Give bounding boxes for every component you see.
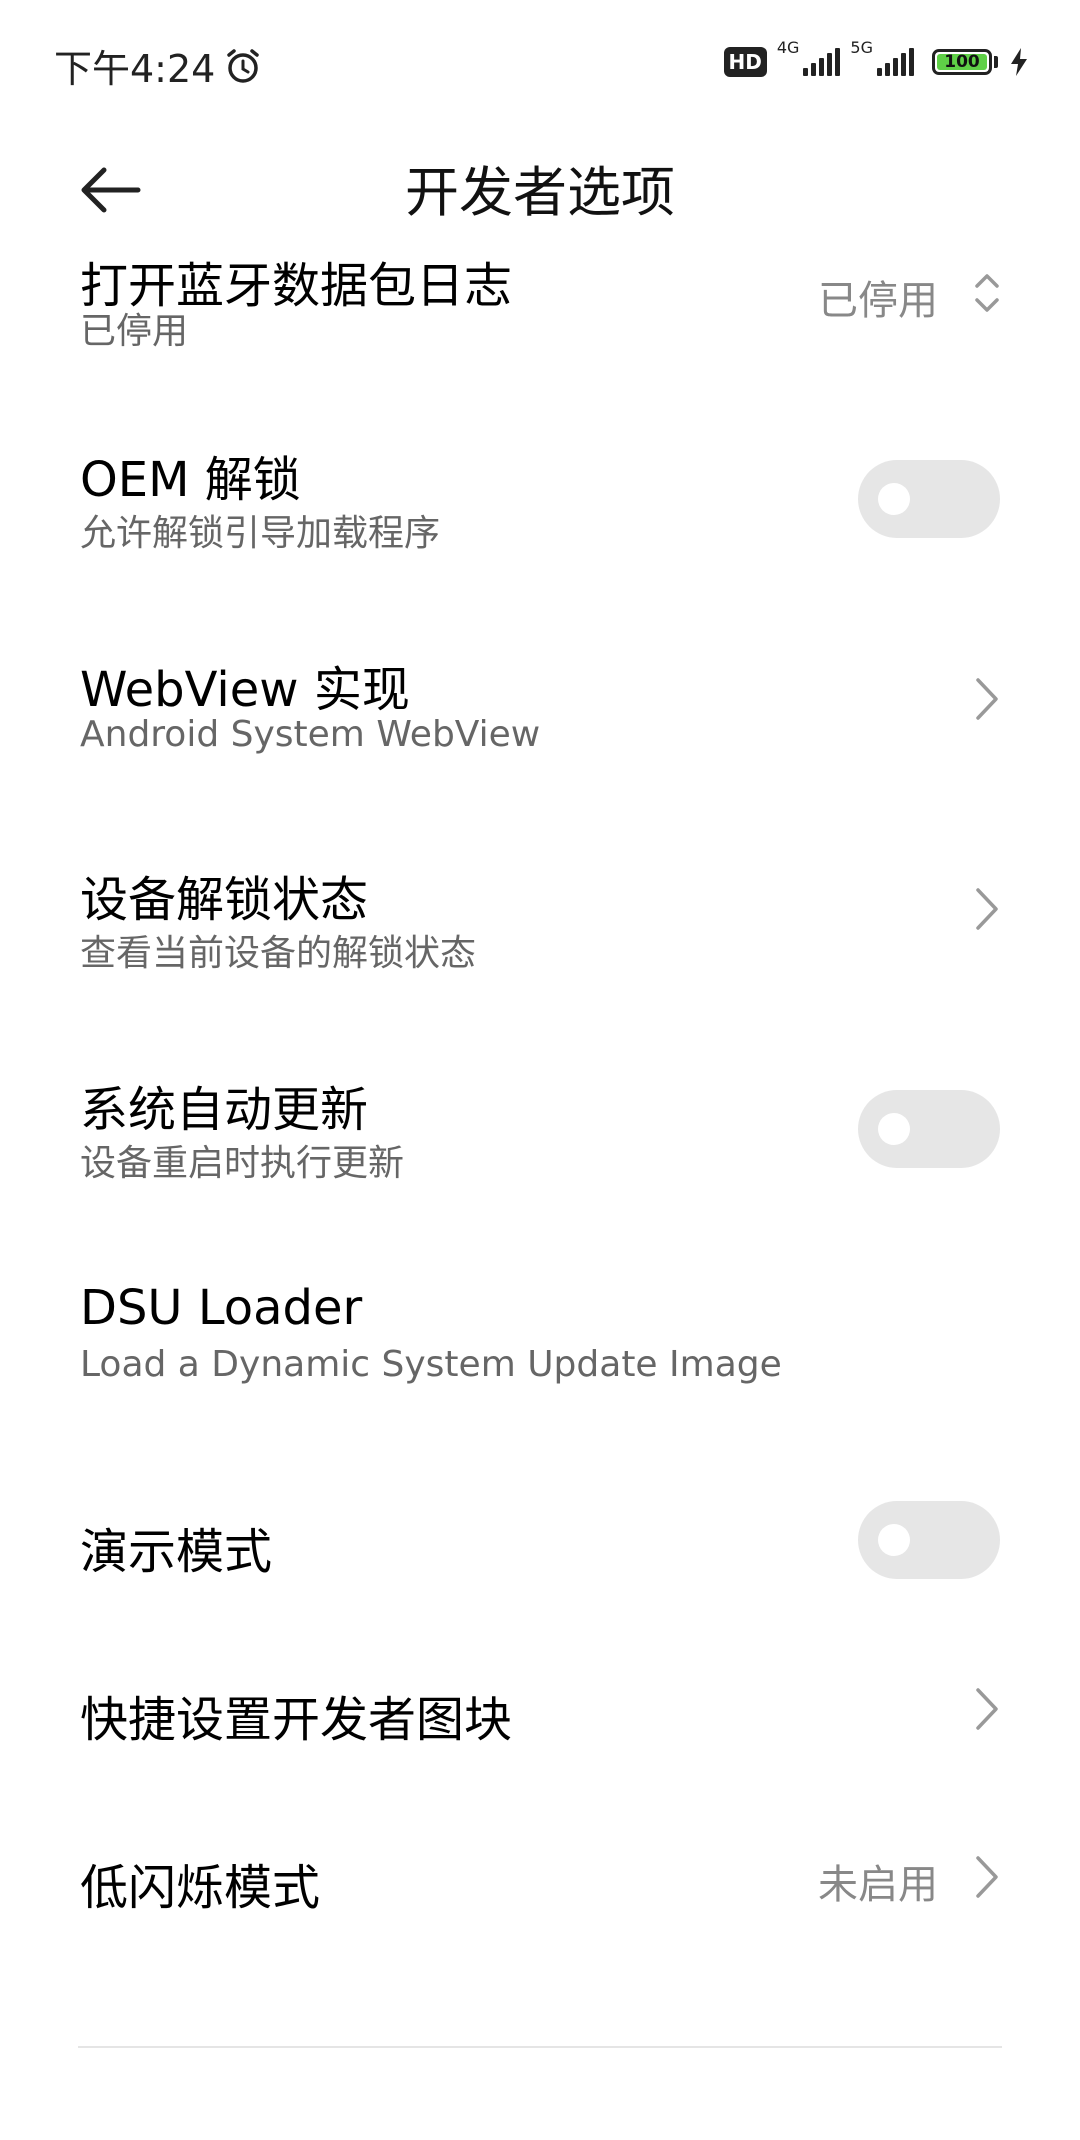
- setting-title: 演示模式: [80, 1524, 273, 1580]
- setting-title: 低闪烁模式: [80, 1860, 321, 1916]
- setting-subtitle: 已停用: [80, 311, 189, 352]
- setting-oem-unlock[interactable]: OEM 解锁 允许解锁引导加载程序: [0, 440, 1080, 580]
- toggle-knob: [878, 483, 910, 515]
- setting-subtitle: 允许解锁引导加载程序: [80, 513, 441, 554]
- charging-bolt-icon: [1011, 48, 1027, 76]
- dropdown-arrows-icon: [975, 274, 999, 312]
- system-auto-update-toggle[interactable]: [858, 1090, 1000, 1168]
- demo-mode-toggle[interactable]: [858, 1501, 1000, 1579]
- status-time-container: 下午4:24: [54, 38, 263, 93]
- battery-cap: [994, 56, 998, 68]
- setting-low-flicker-mode[interactable]: 低闪烁模式 未启用: [0, 1828, 1080, 1928]
- setting-dsu-loader[interactable]: DSU Loader Load a Dynamic System Update …: [0, 1280, 1080, 1420]
- chevron-right-icon: [976, 678, 998, 720]
- signal-4g-icon: [803, 48, 841, 76]
- setting-system-auto-update[interactable]: 系统自动更新 设备重启时执行更新: [0, 1070, 1080, 1210]
- setting-value: 已停用: [818, 278, 938, 324]
- status-time: 下午4:24: [54, 47, 216, 91]
- signal-5g-icon: [877, 48, 914, 76]
- alarm-icon: [227, 48, 260, 83]
- setting-title: 系统自动更新: [80, 1082, 369, 1138]
- network-5g-label: 5G: [850, 38, 873, 57]
- developer-options-screen: 下午4:24 HD 4G 5G 100 开发者选项 打开蓝牙数据包日志 已停用 …: [0, 0, 1080, 2140]
- battery-level: 100: [944, 52, 980, 72]
- setting-title: OEM 解锁: [80, 452, 301, 508]
- setting-device-unlock-status[interactable]: 设备解锁状态 查看当前设备的解锁状态: [0, 860, 1080, 1000]
- setting-subtitle: 查看当前设备的解锁状态: [80, 933, 477, 974]
- setting-title: WebView 实现: [80, 662, 410, 718]
- setting-title: DSU Loader: [80, 1280, 363, 1336]
- oem-unlock-toggle[interactable]: [858, 460, 1000, 538]
- battery-icon: 100: [932, 49, 992, 75]
- setting-subtitle: Android System WebView: [80, 714, 541, 755]
- network-4g-label: 4G: [776, 38, 800, 57]
- hd-badge: HD: [723, 47, 767, 77]
- setting-value: 未启用: [818, 1862, 938, 1908]
- section-divider: [78, 2046, 1002, 2048]
- chevron-right-icon: [976, 1688, 998, 1730]
- page-title: 开发者选项: [405, 161, 675, 224]
- toggle-knob: [878, 1524, 910, 1556]
- setting-subtitle: 设备重启时执行更新: [80, 1143, 405, 1184]
- status-bar: 下午4:24 HD 4G 5G 100: [0, 0, 1080, 120]
- status-icons: HD 4G 5G 100: [723, 38, 1031, 84]
- setting-subtitle: Load a Dynamic System Update Image: [80, 1344, 782, 1385]
- setting-bluetooth-hci-log[interactable]: 打开蓝牙数据包日志 已停用 已停用: [0, 230, 1080, 360]
- toggle-knob: [878, 1113, 910, 1145]
- chevron-right-icon: [976, 888, 998, 930]
- setting-quick-settings-tiles[interactable]: 快捷设置开发者图块: [0, 1660, 1080, 1760]
- setting-webview-implementation[interactable]: WebView 实现 Android System WebView: [0, 650, 1080, 790]
- setting-title: 快捷设置开发者图块: [80, 1692, 513, 1748]
- setting-title: 设备解锁状态: [80, 872, 369, 928]
- setting-demo-mode[interactable]: 演示模式: [0, 1490, 1080, 1590]
- chevron-right-icon: [976, 1856, 998, 1898]
